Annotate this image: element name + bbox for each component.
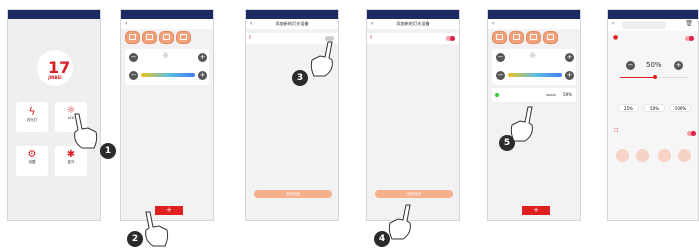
trash-icon[interactable]: 🗑 [685,20,693,27]
back-icon[interactable]: ‹ [612,19,614,29]
fx-button[interactable] [125,31,140,44]
header: ‹ 添加新的灯光设备 [367,19,459,29]
minus-button[interactable]: − [626,61,635,70]
preset-25[interactable]: 25% [618,104,639,112]
hand-pointer-icon [74,113,98,149]
status-dot [495,93,499,97]
minus-button[interactable]: − [496,71,505,80]
minus-button[interactable]: − [496,53,505,62]
done-button[interactable]: 添加完成 [375,190,453,198]
control-card: − ☼ + − + [492,49,576,85]
effect-buttons [121,29,213,46]
effect-pill[interactable] [658,149,671,162]
brightness-icon: ☼ [529,51,537,60]
bolt-icon: ϟ [28,105,36,118]
minus-button[interactable]: − [129,53,138,62]
hand-pointer-icon [310,41,333,77]
status-bar [121,10,213,19]
effect-pill[interactable] [678,149,691,162]
brightness-value: 50% [646,61,662,69]
hand-pointer-icon [388,204,411,240]
header: ‹ 添加新的灯光设备 [246,19,338,29]
step-badge: 1 [100,143,116,159]
hand-pointer-icon [510,106,533,142]
control-card: − ☼ + − + [125,49,209,85]
plus-button[interactable]: + [198,53,207,62]
slider-thumb[interactable] [653,75,657,79]
color-slider[interactable] [508,73,562,77]
status-bar [8,10,100,19]
preset-50[interactable]: 50% [644,104,665,112]
timer-row: ☐ [608,128,698,140]
fx-button[interactable] [492,31,507,44]
device-name-pill [622,21,666,29]
lamp-icon: ℓ [370,35,373,41]
page-title: 添加新的灯光设备 [396,21,430,26]
back-icon[interactable]: ‹ [250,19,252,29]
screen-led-control: ‹ − ☼ + − + + [120,9,214,221]
back-icon[interactable]: ‹ [371,19,373,29]
brightness-icon: ☼ [162,51,170,60]
device-row[interactable]: ℓ [367,33,459,44]
fx-button[interactable] [526,31,541,44]
header: ‹ [488,19,580,29]
slider-fill [620,77,654,78]
effect-pill[interactable] [636,149,649,162]
brightness-panel: − 50% + [608,57,698,97]
status-bar [367,10,459,19]
screen-add-device-selected: ‹ 添加新的灯光设备 ℓ 添加完成 [366,9,460,221]
add-button[interactable]: + [522,206,550,215]
status-bar [246,10,338,19]
fx-button[interactable] [543,31,558,44]
effect-pill[interactable] [616,149,629,162]
preset-100[interactable]: 100% [670,104,691,112]
screen-device-detail: ‹ 🗑 ● − 50% + 25% 50% 100% ☐ [607,9,699,221]
plus-button[interactable]: + [565,71,574,80]
device-row[interactable]: 5600K 59% [492,88,576,102]
plus-button[interactable]: + [198,71,207,80]
status-bar [608,10,698,19]
status-bar [488,10,580,19]
plus-button[interactable]: + [674,61,683,70]
checkbox-icon[interactable]: ☐ [614,128,618,134]
plus-button[interactable]: + [565,53,574,62]
gear-icon: ⚙ [27,149,37,160]
fx-button[interactable] [176,31,191,44]
effect-buttons [488,29,580,46]
back-icon[interactable]: ‹ [492,19,494,29]
brand-logo: 17 JINBEI [37,50,73,86]
step-badge: 3 [292,70,308,86]
hand-pointer-icon [145,211,169,247]
toggle-switch[interactable] [446,36,455,41]
back-icon[interactable]: ‹ [125,19,127,29]
page-title: 添加新的灯光设备 [275,21,309,26]
done-button[interactable]: 添加完成 [254,190,332,198]
minus-button[interactable]: − [129,71,138,80]
lamp-icon: ● [613,34,619,41]
fx-button[interactable] [509,31,524,44]
lamp-icon: ℓ [249,35,252,41]
power-row: ● [608,31,698,45]
header: ‹ [121,19,213,29]
tile-settings[interactable]: ⚙ 设置 [16,146,48,176]
color-slider[interactable] [141,73,195,77]
tile-flash[interactable]: ϟ 闪光灯 [16,102,48,132]
toggle-switch[interactable] [685,36,694,41]
fx-button[interactable] [142,31,157,44]
toggle-switch[interactable] [687,131,696,136]
header: ‹ 🗑 [608,19,698,31]
fx-button[interactable] [159,31,174,44]
